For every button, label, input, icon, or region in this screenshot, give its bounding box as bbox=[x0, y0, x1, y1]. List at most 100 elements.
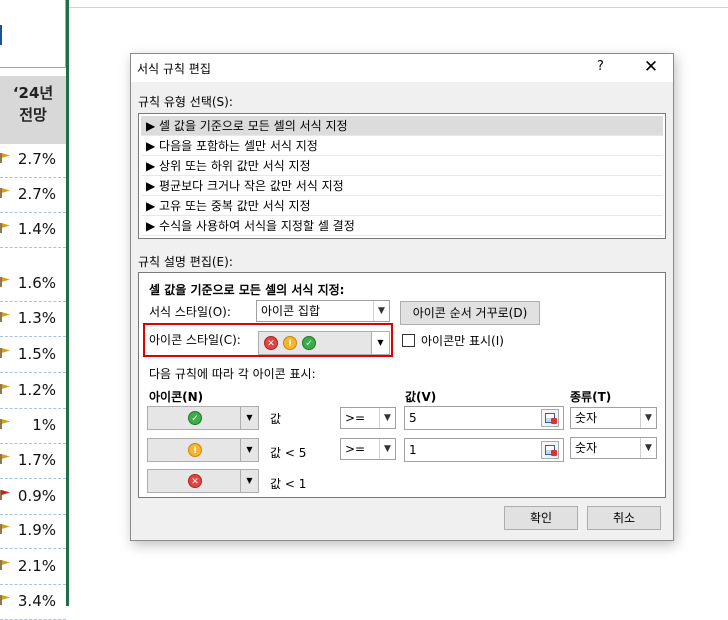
cell-value: 2.7% bbox=[17, 150, 56, 168]
row1-condition: 값 bbox=[270, 412, 282, 426]
flag-icon bbox=[0, 312, 10, 322]
reverse-icon-order-button[interactable]: 아이콘 순서 거꾸로(D) bbox=[400, 301, 540, 325]
flag-icon bbox=[0, 490, 10, 500]
data-cell[interactable]: 1% bbox=[0, 408, 66, 444]
format-style-value: 아이콘 집합 bbox=[261, 304, 321, 318]
data-cell[interactable]: 0.9% bbox=[0, 479, 66, 515]
year-header-line2: 전망 bbox=[19, 106, 47, 124]
cell-value: 1.9% bbox=[17, 521, 56, 539]
flag-icon bbox=[0, 277, 10, 287]
row3-icon-select[interactable]: ✕ ▼ bbox=[147, 469, 259, 493]
flag-icon bbox=[0, 595, 10, 605]
row1-operator: >= bbox=[345, 411, 366, 425]
icon-only-label: 아이콘만 표시(I) bbox=[421, 334, 504, 348]
data-cell[interactable]: 2.7% bbox=[0, 142, 66, 178]
cell-value: 1.4% bbox=[17, 220, 56, 238]
chevron-down-icon: ▼ bbox=[240, 439, 258, 461]
data-cell[interactable]: 3.4% bbox=[0, 584, 66, 620]
selection-border bbox=[66, 0, 69, 606]
flag-icon bbox=[0, 153, 10, 163]
green-check-icon: ✓ bbox=[188, 411, 202, 425]
data-cell[interactable]: 1.5% bbox=[0, 337, 66, 373]
yellow-exclamation-icon: ! bbox=[188, 443, 202, 457]
chevron-down-icon: ▼ bbox=[379, 408, 395, 428]
green-check-icon: ✓ bbox=[302, 336, 316, 350]
cell-value: 1.6% bbox=[17, 274, 56, 292]
flag-icon bbox=[0, 348, 10, 358]
red-x-icon: ✕ bbox=[264, 336, 278, 350]
cell-value: 1% bbox=[32, 416, 56, 434]
type-column-header: 종류(T) bbox=[570, 390, 612, 404]
data-cell[interactable]: 1.3% bbox=[0, 301, 66, 337]
cell-value: 2.7% bbox=[17, 185, 56, 203]
rule-type-item[interactable]: ▶ 고유 또는 중복 값만 서식 지정 bbox=[141, 196, 663, 216]
year-header-line1: ‘24년 bbox=[12, 84, 54, 102]
row1-type-select[interactable]: 숫자 ▼ bbox=[570, 407, 657, 429]
chevron-down-icon: ▼ bbox=[371, 332, 389, 354]
row1-operator-select[interactable]: >= ▼ bbox=[340, 407, 396, 429]
row1-value-input[interactable]: 5 bbox=[404, 406, 564, 430]
rule-description-label: 규칙 설명 편집(E): bbox=[138, 255, 233, 269]
flag-icon bbox=[0, 454, 10, 464]
value-column-header: 값(V) bbox=[405, 390, 437, 404]
row2-operator-select[interactable]: >= ▼ bbox=[340, 438, 396, 460]
dialog-titlebar: 서식 규칙 편집 ? ✕ bbox=[131, 54, 673, 82]
data-cell[interactable]: 2.7% bbox=[0, 177, 66, 213]
row2-condition: 값 < 5 bbox=[270, 446, 307, 460]
edit-format-rule-dialog: 서식 규칙 편집 ? ✕ 규칙 유형 선택(S): ▶ 셀 값을 기준으로 모든… bbox=[130, 53, 674, 541]
row2-type-select[interactable]: 숫자 ▼ bbox=[570, 437, 657, 459]
close-button[interactable]: ✕ bbox=[639, 57, 663, 77]
cell-value: 1.5% bbox=[17, 345, 56, 363]
chevron-down-icon: ▼ bbox=[379, 439, 395, 459]
row1-icon-select[interactable]: ✓ ▼ bbox=[147, 406, 259, 430]
data-cell[interactable]: 1.9% bbox=[0, 513, 66, 549]
rule-type-item[interactable]: ▶ 상위 또는 하위 값만 서식 지정 bbox=[141, 156, 663, 176]
sheet-gridline bbox=[69, 0, 728, 8]
cell-value: 3.4% bbox=[17, 592, 56, 610]
cell-value: 0.9% bbox=[17, 487, 56, 505]
data-cell[interactable]: 1.2% bbox=[0, 373, 66, 409]
yellow-exclamation-icon: ! bbox=[283, 336, 297, 350]
cancel-button[interactable]: 취소 bbox=[587, 506, 661, 530]
cell-value: 1.2% bbox=[17, 381, 56, 399]
rule-type-item[interactable]: ▶ 셀 값을 기준으로 모든 셀의 서식 지정 bbox=[141, 116, 663, 136]
flag-icon bbox=[0, 560, 10, 570]
description-heading: 셀 값을 기준으로 모든 셀의 서식 지정: bbox=[149, 283, 345, 297]
flag-icon bbox=[0, 223, 10, 233]
icon-style-select[interactable]: ✕ ! ✓ ▼ bbox=[258, 331, 390, 355]
rule-type-item[interactable]: ▶ 수식을 사용하여 서식을 지정할 셀 결정 bbox=[141, 216, 663, 236]
cell-value: 2.1% bbox=[17, 557, 56, 575]
row2-icon-select[interactable]: ! ▼ bbox=[147, 438, 259, 462]
flag-icon bbox=[0, 419, 10, 429]
row2-value-input[interactable]: 1 bbox=[404, 438, 564, 462]
row2-value: 1 bbox=[409, 443, 417, 457]
year-header-cell[interactable]: ‘24년 전망 bbox=[0, 76, 66, 144]
data-cell[interactable]: 1.4% bbox=[0, 212, 66, 248]
flag-icon bbox=[0, 384, 10, 394]
range-picker-icon[interactable] bbox=[541, 409, 559, 427]
range-picker-icon[interactable] bbox=[541, 441, 559, 459]
rule-type-label: 규칙 유형 선택(S): bbox=[138, 95, 233, 109]
chevron-down-icon: ▼ bbox=[373, 301, 389, 321]
format-style-label: 서식 스타일(O): bbox=[149, 305, 231, 319]
row3-condition: 값 < 1 bbox=[270, 477, 307, 491]
rule-type-list[interactable]: ▶ 셀 값을 기준으로 모든 셀의 서식 지정 ▶ 다음을 포함하는 셀만 서식… bbox=[138, 113, 666, 239]
format-style-select[interactable]: 아이콘 집합 ▼ bbox=[256, 300, 390, 322]
data-cell[interactable]: 2.1% bbox=[0, 549, 66, 585]
help-button[interactable]: ? bbox=[597, 59, 613, 74]
row1-type: 숫자 bbox=[575, 411, 598, 425]
header-marker bbox=[0, 25, 10, 45]
ok-button[interactable]: 확인 bbox=[504, 506, 578, 530]
rule-type-item[interactable]: ▶ 다음을 포함하는 셀만 서식 지정 bbox=[141, 136, 663, 156]
data-cell[interactable]: 1.7% bbox=[0, 443, 66, 479]
chevron-down-icon: ▼ bbox=[640, 438, 656, 458]
cell-value: 1.3% bbox=[17, 309, 56, 327]
data-cell[interactable]: 1.6% bbox=[0, 266, 66, 302]
chevron-down-icon: ▼ bbox=[240, 407, 258, 429]
rule-type-item[interactable]: ▶ 평균보다 크거나 작은 값만 서식 지정 bbox=[141, 176, 663, 196]
icon-column-header: 아이콘(N) bbox=[149, 390, 204, 404]
flag-icon bbox=[0, 188, 10, 198]
column-header[interactable] bbox=[0, 0, 66, 68]
icon-only-checkbox[interactable] bbox=[402, 334, 415, 347]
row1-value: 5 bbox=[409, 411, 417, 425]
